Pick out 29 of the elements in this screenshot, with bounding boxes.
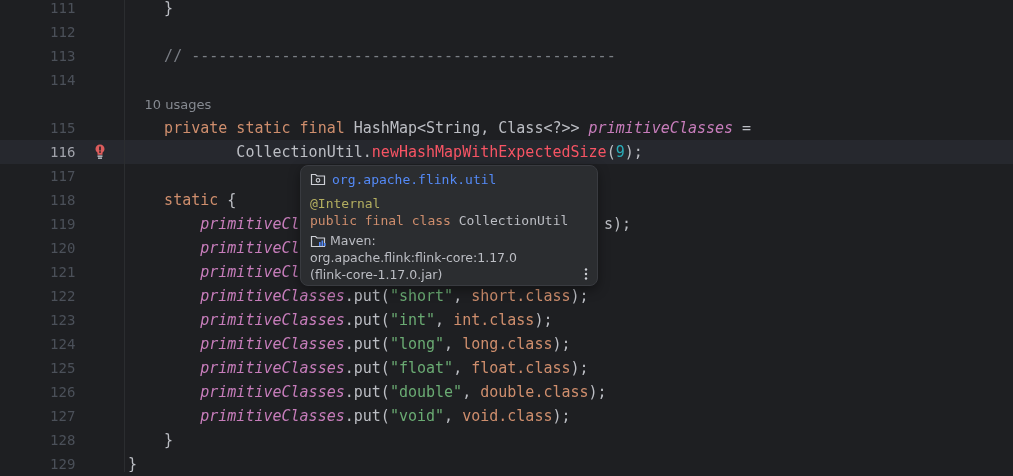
- code-line: private static final HashMap<String, Class<?>> primitiveClasses =: [163, 119, 752, 137]
- usages-hint[interactable]: 10 usages: [125, 96, 212, 112]
- code-line: primitiveCl: [199, 263, 300, 281]
- error-bulb-icon[interactable]: [94, 144, 105, 160]
- code-line: s);: [603, 215, 632, 233]
- library-folder-icon: [310, 233, 326, 248]
- more-options-icon[interactable]: [584, 268, 588, 280]
- library-path: org.apache.flink:flink-core:1.17.0: [310, 249, 518, 266]
- code-line: primitiveCl: [199, 215, 300, 233]
- package-icon: [310, 172, 326, 186]
- package-name[interactable]: org.apache.flink.util: [332, 171, 497, 187]
- code-line: primitiveClasses.put("double", double.class);: [199, 383, 607, 401]
- annotation: @Internal: [310, 195, 382, 212]
- library-path: (flink-core-1.17.0.jar): [310, 266, 443, 283]
- code-line: primitiveClasses.put("void", void.class);: [199, 407, 571, 425]
- code-line: }: [163, 0, 174, 17]
- code-line: }: [163, 431, 174, 449]
- line-number: 116: [49, 144, 76, 160]
- code-line: }: [127, 455, 138, 472]
- code-line: CollectionUtil.newHashMapWithExpectedSize(9);: [235, 143, 643, 161]
- code-line: primitiveCl: [199, 239, 300, 257]
- library-label: Maven:: [330, 232, 376, 249]
- code-line: // -----------------------------------------------: [163, 47, 616, 65]
- code-line: static {: [163, 191, 237, 209]
- class-declaration: public final class CollectionUtil: [310, 212, 570, 229]
- code-line: primitiveClasses.put("int", int.class);: [199, 311, 553, 329]
- code-line: primitiveClasses.put("float", float.class);: [199, 359, 589, 377]
- code-line: primitiveClasses.put("short", short.class);: [199, 287, 589, 305]
- code-line: primitiveClasses.put("long", long.class);: [199, 335, 571, 353]
